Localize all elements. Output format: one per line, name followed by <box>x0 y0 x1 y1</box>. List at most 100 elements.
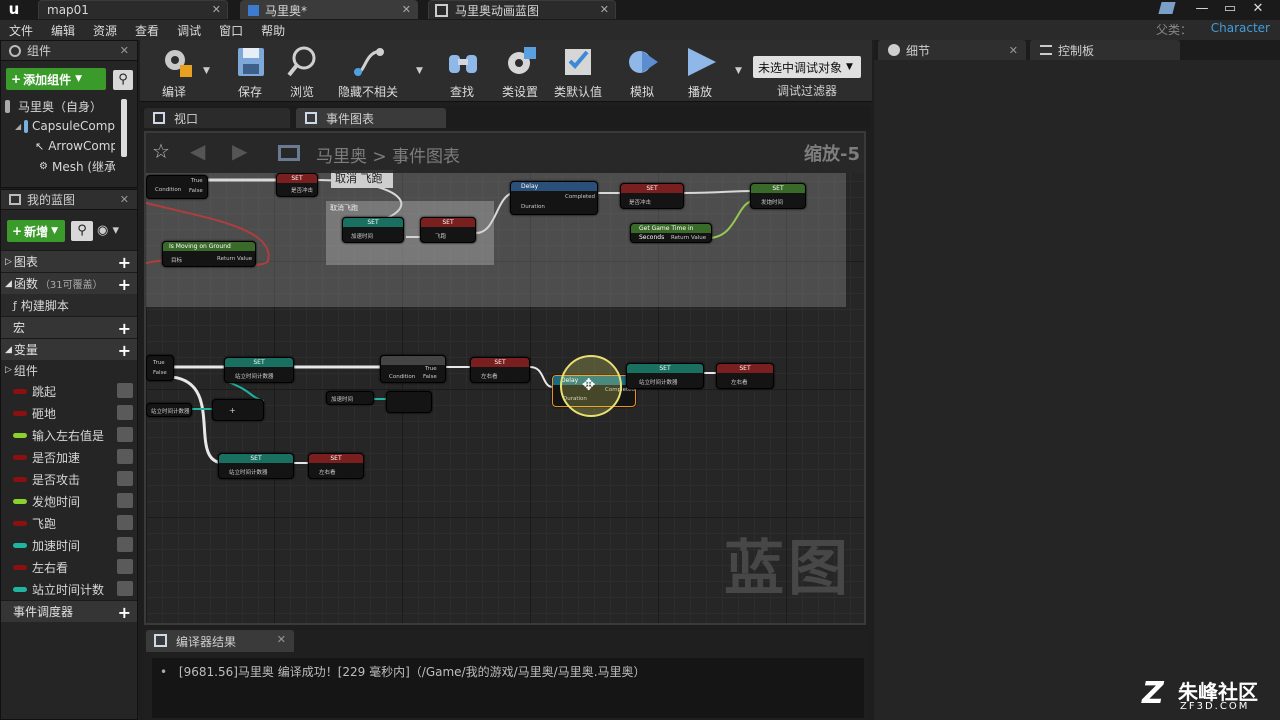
search-icon[interactable]: ⚲ <box>113 70 133 90</box>
visibility-eye-icon[interactable] <box>117 449 133 464</box>
visibility-eye-icon[interactable] <box>117 427 133 442</box>
new-button[interactable]: + 新增 ▼ <box>7 220 65 242</box>
add-node[interactable]: + <box>212 399 264 421</box>
menu-asset[interactable]: 资源 <box>84 22 126 39</box>
tab-compiler-results[interactable]: 编译器结果 ✕ <box>146 630 294 652</box>
close-icon[interactable]: ✕ <box>120 44 129 57</box>
visibility-eye-icon[interactable] <box>117 383 133 398</box>
close-icon[interactable]: ✕ <box>277 633 286 646</box>
variable-item[interactable]: 跳起 <box>1 380 137 402</box>
menu-edit[interactable]: 编辑 <box>42 22 84 39</box>
set-node[interactable]: SET 左右看 <box>308 453 364 479</box>
save-button[interactable]: 保存 <box>222 40 278 100</box>
set-node[interactable]: SET 站立时间计数器 <box>218 453 294 479</box>
variable-item[interactable]: 是否攻击 <box>1 468 137 490</box>
tree-item-mesh[interactable]: ⚙ Mesh (继承) <box>5 156 115 176</box>
my-blueprint-tab[interactable]: 我的蓝图 ✕ <box>1 190 137 210</box>
branch-node[interactable]: True Condition False <box>380 355 446 383</box>
visibility-eye-icon[interactable] <box>117 471 133 486</box>
section-functions[interactable]: ◢ 函数 （31可覆盖） + <box>1 272 137 294</box>
doc-tab-mario-anim-bp[interactable]: 马里奥动画蓝图 ✕ <box>428 0 616 19</box>
menu-debug[interactable]: 调试 <box>168 22 210 39</box>
set-node[interactable]: SET 是否冲击 <box>620 183 684 209</box>
hide-options-arrow-icon[interactable]: ▼ <box>416 66 423 76</box>
add-graph-plus-icon[interactable]: + <box>118 253 131 272</box>
set-node[interactable]: SET 发炮时间 <box>750 183 806 209</box>
get-accel-time-node[interactable]: 加速时间 <box>326 391 374 405</box>
unreal-logo-icon[interactable]: u <box>4 0 24 19</box>
minimize-icon[interactable]: — <box>1188 0 1216 18</box>
components-tab[interactable]: 组件 ✕ <box>1 41 137 61</box>
variable-item[interactable]: 加速时间 <box>1 534 137 556</box>
menu-view[interactable]: 查看 <box>126 22 168 39</box>
set-node[interactable]: SET 飞跑 <box>420 217 476 243</box>
variable-item[interactable]: 站立时间计数 <box>1 578 137 600</box>
back-arrow-icon[interactable]: ◀ <box>190 139 205 163</box>
compare-node[interactable] <box>386 391 432 413</box>
maximize-icon[interactable]: ▭ <box>1216 0 1244 18</box>
tab-palette[interactable]: 控制板 <box>1030 40 1180 60</box>
visibility-eye-icon[interactable] <box>117 493 133 508</box>
section-variables[interactable]: ◢ 变量 + <box>1 338 137 360</box>
get-game-time-node[interactable]: Get Game Time in Seconds Return Value <box>630 223 712 243</box>
variable-item[interactable]: 左右看 <box>1 556 137 578</box>
set-node[interactable]: SET 站立时间计数器 <box>224 357 294 383</box>
find-button[interactable]: 查找 <box>434 40 490 100</box>
scrollbar[interactable] <box>121 99 127 157</box>
tree-item-arrow[interactable]: ↖ ArrowComp <box>5 136 115 156</box>
variable-item[interactable]: 是否加速 <box>1 446 137 468</box>
feedback-icon[interactable] <box>1158 2 1176 14</box>
set-node[interactable]: SET 左右看 <box>716 363 774 389</box>
construction-script-item[interactable]: ƒ 构建脚本 <box>1 294 137 316</box>
close-icon[interactable]: ✕ <box>600 3 609 16</box>
tab-viewport[interactable]: 视口 <box>144 108 290 128</box>
visibility-eye-icon[interactable] <box>117 515 133 530</box>
variables-components-group[interactable]: ▷ 组件 <box>1 360 137 380</box>
section-graphs[interactable]: ▷ 图表 + <box>1 250 137 272</box>
close-window-icon[interactable]: ✕ <box>1244 0 1272 18</box>
forward-arrow-icon[interactable]: ▶ <box>232 139 247 163</box>
class-defaults-button[interactable]: 类默认值 <box>550 40 606 100</box>
delay-node[interactable]: Delay Completed Duration <box>510 181 598 215</box>
menu-window[interactable]: 窗口 <box>210 22 252 39</box>
event-graph-canvas[interactable]: 取消飞跑 取消 飞跑 True Condition False SET 是否冲击… <box>144 131 866 625</box>
close-icon[interactable]: ✕ <box>402 3 411 16</box>
search-icon[interactable]: ⚲ <box>71 221 93 241</box>
variable-item[interactable]: 发炮时间 <box>1 490 137 512</box>
set-node[interactable]: SET 左右看 <box>470 357 530 383</box>
add-macro-plus-icon[interactable]: + <box>118 319 131 338</box>
variable-item[interactable]: 输入左右值是 <box>1 424 137 446</box>
variable-item[interactable]: 砸地 <box>1 402 137 424</box>
hide-unrelated-button[interactable]: 隐藏不相关 <box>336 40 400 100</box>
branch-node[interactable]: True False <box>146 355 174 381</box>
add-dispatcher-plus-icon[interactable]: + <box>118 603 131 622</box>
doc-tab-map01[interactable]: map01 ✕ <box>38 0 228 19</box>
visibility-eye-icon[interactable] <box>117 581 133 596</box>
set-node[interactable]: SET 加速时间 <box>342 217 404 243</box>
menu-help[interactable]: 帮助 <box>252 22 294 39</box>
view-options-eye-icon[interactable]: ◉ ▾ <box>97 223 129 239</box>
tab-event-graph[interactable]: 事件图表 <box>296 108 446 128</box>
doc-tab-mario[interactable]: 马里奥* ✕ <box>240 0 418 19</box>
get-stand-count-node[interactable]: 站立时间计数器 <box>146 403 192 417</box>
comment-box[interactable] <box>146 173 846 307</box>
browse-button[interactable]: 浏览 <box>274 40 330 100</box>
compile-options-arrow-icon[interactable]: ▼ <box>203 66 210 76</box>
visibility-eye-icon[interactable] <box>117 405 133 420</box>
simulate-button[interactable]: 模拟 <box>614 40 670 100</box>
class-settings-button[interactable]: 类设置 <box>492 40 548 100</box>
close-icon[interactable]: ✕ <box>120 193 129 206</box>
parent-class-link[interactable]: Character <box>1211 21 1270 35</box>
add-variable-plus-icon[interactable]: + <box>118 341 131 360</box>
set-node[interactable]: SET 是否冲击 <box>276 173 318 197</box>
play-button[interactable]: 播放 <box>672 40 728 100</box>
set-node[interactable]: SET 站立时间计数器 <box>626 363 704 389</box>
close-icon[interactable]: ✕ <box>1009 44 1018 57</box>
tree-item-self[interactable]: 马里奥（自身） <box>5 96 115 116</box>
add-function-plus-icon[interactable]: + <box>118 275 131 294</box>
compile-button[interactable]: 编译 <box>146 40 202 100</box>
menu-file[interactable]: 文件 <box>0 22 42 39</box>
visibility-eye-icon[interactable] <box>117 537 133 552</box>
visibility-eye-icon[interactable] <box>117 559 133 574</box>
branch-node[interactable]: True Condition False <box>146 175 208 199</box>
